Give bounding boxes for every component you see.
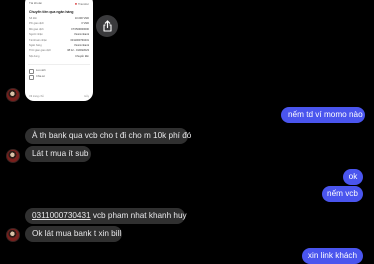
share-icon (102, 20, 112, 32)
shared-image-footer-left: Về trang chủ (29, 95, 44, 98)
message-text: Lát t mua ít sub (32, 149, 89, 158)
detail-label: Số tiền (29, 17, 38, 21)
detail-value: Vietcombank (74, 44, 89, 48)
incoming-message[interactable]: Lát t mua ít sub (25, 146, 91, 162)
detail-value: 0311000730431 (70, 38, 89, 42)
message-text: vcb pham nhat khanh huy (90, 211, 187, 220)
shared-image-actions: Lưu ảnh Chia sẻ (25, 67, 93, 81)
detail-row: Nội dung Chuyển tiền (25, 54, 93, 59)
shared-image-footer: Về trang chủ Hủy (29, 95, 89, 98)
detail-value: 08:12 - 01/09/2023 (67, 49, 89, 53)
shared-image-divider (28, 64, 90, 66)
action-label: Chia sẻ (36, 75, 45, 79)
brand-dot-icon: ● (74, 0, 78, 6)
shared-image-preview[interactable]: Tài khoản ● Transfer Chuyển tiền qua ngâ… (25, 0, 93, 101)
outgoing-message[interactable]: nếm vcb (322, 186, 363, 202)
action-icon (29, 74, 34, 80)
incoming-message[interactable]: Ok lát mua bank t xin bill (25, 226, 122, 242)
shared-image-header-left: Tài khoản (29, 1, 43, 5)
shared-image-footer-right: Hủy (84, 95, 89, 98)
shared-image-title: Chuyển tiền qua ngân hàng (29, 10, 74, 14)
incoming-message[interactable]: À th bank qua vcb cho t đi cho m 10k phí… (25, 128, 192, 144)
shared-image-header-right: Transfer (77, 1, 89, 6)
detail-value: 0 VND (81, 22, 89, 26)
detail-label: Người nhận (29, 33, 43, 37)
detail-label: Ngân hàng (29, 44, 42, 48)
detail-value: Chuyển tiền (75, 54, 89, 58)
detail-value: 10.000 VND (74, 17, 89, 21)
outgoing-message[interactable]: xin link khách (302, 248, 363, 264)
outgoing-message[interactable]: nếm td ví momo nào (281, 107, 365, 123)
account-number-link[interactable]: 0311000730431 (32, 211, 91, 220)
message-text: xin link khách (307, 251, 358, 260)
contact-avatar[interactable] (6, 149, 20, 163)
outgoing-message[interactable]: ok (343, 169, 363, 185)
detail-label: Phí giao dịch (29, 22, 44, 26)
action-icon (29, 68, 34, 74)
shared-image-details: Số tiền 10.000 VND Phí giao dịch 0 VND Mã gi… (25, 16, 93, 59)
image-action-item: Chia sẻ (29, 74, 89, 80)
message-text: nếm td ví momo nào (288, 110, 363, 119)
contact-avatar[interactable] (6, 228, 20, 242)
detail-value: FT2509000000 (71, 27, 89, 31)
message-text: À th bank qua vcb cho t đi cho m 10k phí… (32, 131, 192, 140)
message-text: ok (348, 172, 358, 181)
detail-label: Nội dung (29, 54, 40, 58)
detail-value: Vietcombank (74, 33, 89, 37)
incoming-message[interactable]: 0311000730431 vcb pham nhat khanh huy (25, 208, 187, 224)
share-button[interactable] (96, 15, 118, 37)
message-text: Ok lát mua bank t xin bill (32, 229, 122, 238)
detail-label: Mã giao dịch (29, 27, 44, 31)
detail-label: Tài khoản nhận (29, 38, 47, 42)
detail-label: Thời gian giao dịch (29, 49, 52, 53)
contact-avatar[interactable] (6, 88, 20, 102)
message-text: nếm vcb (327, 189, 358, 198)
